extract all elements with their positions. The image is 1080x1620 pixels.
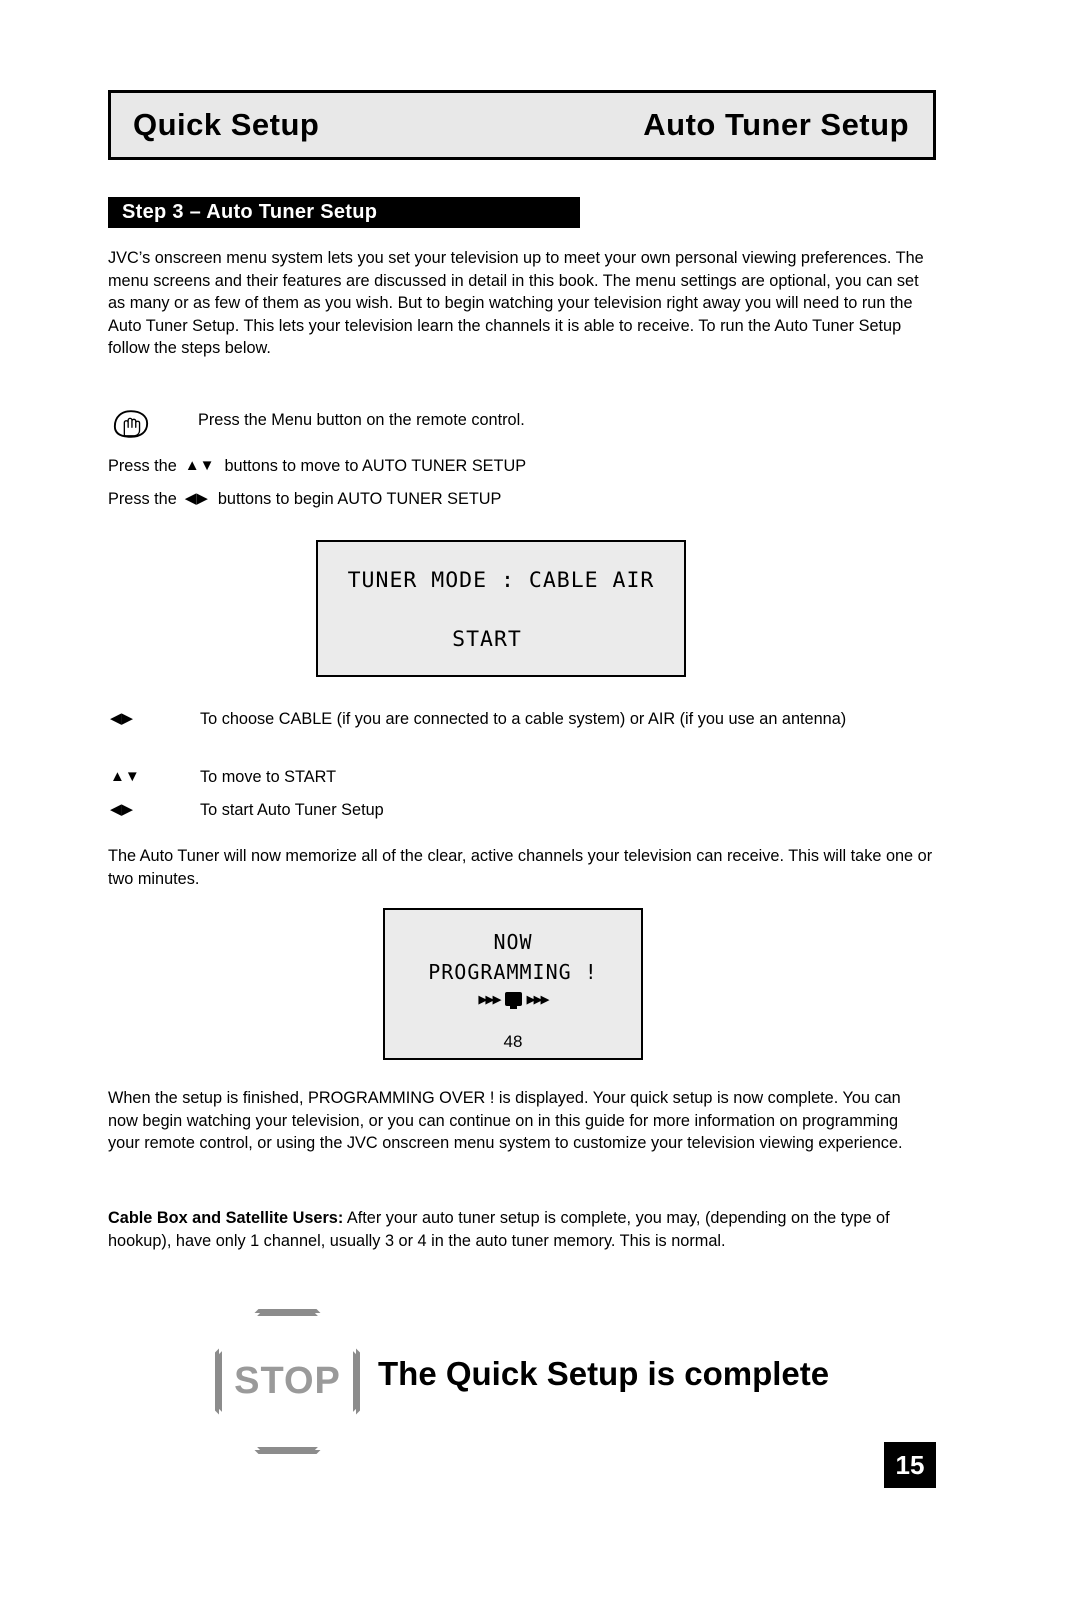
- press-updown-suffix: buttons to move to AUTO TUNER SETUP: [224, 457, 527, 475]
- up-down-arrow-icon: ▲▼: [184, 457, 215, 474]
- osd-tuner-mode-line: TUNER MODE : CABLE AIR: [347, 568, 655, 593]
- header-left-title: Quick Setup: [133, 107, 320, 142]
- right-triangles-icon: ▶▶▶: [526, 990, 550, 1008]
- osd-channel-number: 48: [503, 1032, 523, 1051]
- page-header-bar: Quick Setup Auto Tuner Setup: [108, 90, 936, 160]
- quick-setup-complete-message: The Quick Setup is complete: [378, 1355, 830, 1392]
- osd-now-line: NOW: [493, 930, 533, 954]
- menu-button-instruction: Press the Menu button on the remote cont…: [198, 411, 525, 429]
- press-leftright-instruction: Press the ◀▶ buttons to begin AUTO TUNER S…: [108, 488, 501, 510]
- arrow-instruction-text: To choose CABLE (if you are connected to…: [200, 710, 847, 728]
- step-title-banner: Step 3 – Auto Tuner Setup: [108, 197, 580, 228]
- setup-finished-paragraph: When the setup is finished, PROGRAMMING …: [108, 1089, 903, 1153]
- left-triangles-icon: ▶▶▶: [478, 990, 501, 1008]
- left-right-arrow-icon: ◀▶: [184, 490, 208, 507]
- osd-now-programming-screen: NOW PROGRAMMING ! ▶▶▶ ▶▶▶ 48: [383, 908, 643, 1060]
- arrow-instruction-text: To start Auto Tuner Setup: [200, 801, 384, 819]
- cable-box-lead: Cable Box and Satellite Users:: [108, 1209, 344, 1227]
- auto-tuner-memorize-paragraph: The Auto Tuner will now memorize all of …: [108, 847, 933, 888]
- cable-box-paragraph: Cable Box and Satellite Users: After you…: [108, 1207, 934, 1252]
- up-down-arrow-icon: ▲▼: [110, 768, 140, 785]
- stop-octagon-inner: STOP: [219, 1313, 356, 1450]
- arrow-instruction-row: ◀▶ To choose CABLE (if you are connected…: [110, 708, 940, 756]
- page-number: 15: [884, 1442, 936, 1488]
- intro-paragraph: JVC’s onscreen menu system lets you set …: [108, 249, 924, 358]
- osd-progress-indicator: ▶▶▶ ▶▶▶: [385, 990, 641, 1009]
- arrow-instruction-text: To move to START: [200, 768, 337, 786]
- header-right-title: Auto Tuner Setup: [643, 107, 909, 142]
- stop-label: STOP: [234, 1360, 341, 1402]
- osd-start-line: START: [452, 627, 522, 652]
- left-right-arrow-icon: ◀▶: [110, 801, 134, 818]
- hand-pressing-button-icon: [113, 410, 149, 438]
- osd-programming-line: PROGRAMMING !: [428, 960, 598, 984]
- stop-octagon-outer: STOP: [215, 1309, 360, 1454]
- arrow-instruction-row: ▲▼ To move to START: [110, 766, 940, 790]
- arrow-instruction-row: ◀▶ To start Auto Tuner Setup: [110, 799, 940, 823]
- manual-page: Quick Setup Auto Tuner Setup Step 3 – Au…: [0, 0, 1080, 1620]
- left-right-arrow-icon: ◀▶: [110, 710, 134, 727]
- press-leftright-suffix: buttons to begin AUTO TUNER SETUP: [217, 490, 502, 508]
- press-updown-instruction: Press the ▲▼ buttons to move to AUTO TUNER…: [108, 455, 526, 477]
- press-updown-prefix: Press the: [108, 457, 177, 475]
- press-leftright-prefix: Press the: [108, 490, 177, 508]
- stop-sign: STOP: [215, 1309, 360, 1454]
- tv-set-icon: [504, 992, 522, 1009]
- osd-tuner-mode-screen: TUNER MODE : CABLE AIR START: [316, 540, 686, 677]
